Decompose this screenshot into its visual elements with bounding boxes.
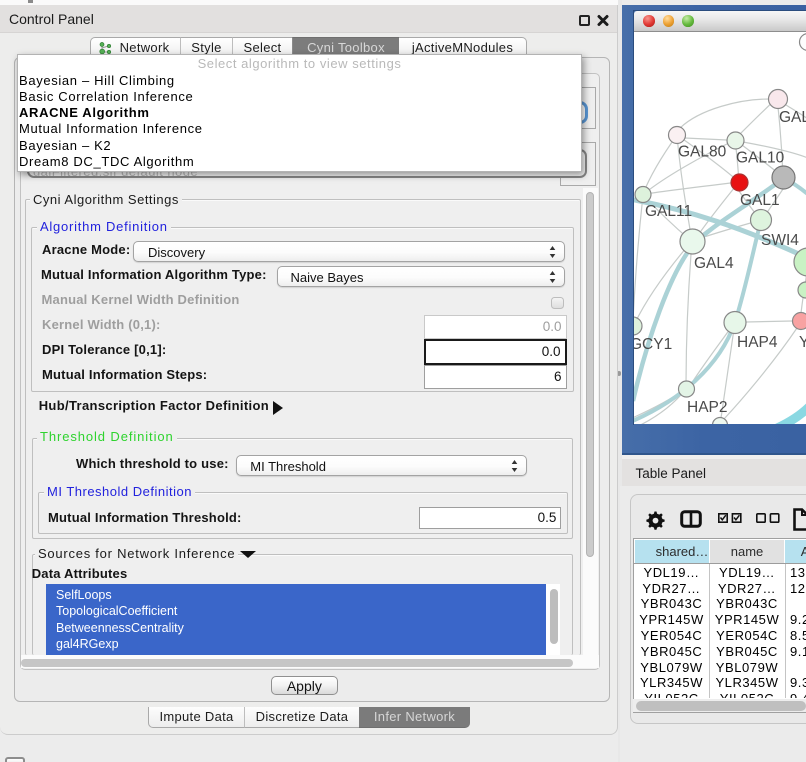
- svg-text:GAL4: GAL4: [694, 255, 734, 272]
- svg-text:GAL2: GAL2: [779, 109, 806, 126]
- svg-text:Y: Y: [799, 334, 806, 351]
- svg-text:GAL80: GAL80: [678, 143, 727, 160]
- svg-text:SWI4: SWI4: [761, 232, 799, 249]
- svg-text:GCY1: GCY1: [634, 336, 672, 353]
- svg-text:GAL1: GAL1: [740, 192, 780, 209]
- svg-text:HAP4: HAP4: [737, 334, 778, 351]
- svg-text:HAP2: HAP2: [687, 399, 728, 416]
- svg-text:GAL10: GAL10: [736, 149, 785, 166]
- svg-text:GAL11: GAL11: [645, 203, 692, 220]
